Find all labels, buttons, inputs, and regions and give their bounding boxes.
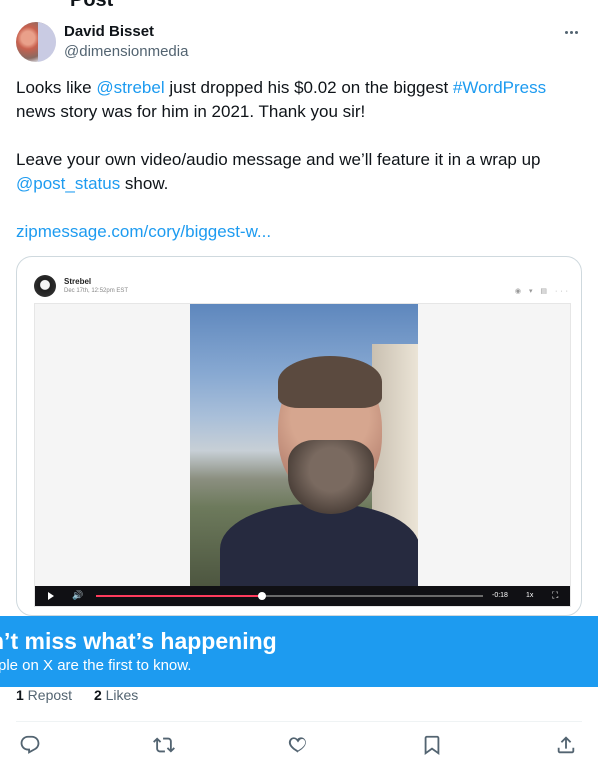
more-dot: [574, 30, 578, 34]
fullscreen-icon[interactable]: ⛶: [552, 590, 558, 601]
author-display-name[interactable]: David Bisset: [64, 22, 188, 42]
banner-subtitle: ple on X are the first to know.: [0, 657, 192, 674]
tweet-line-1: Looks like @strebel just dropped his $0.…: [16, 76, 582, 100]
bookmark-icon[interactable]: [421, 734, 445, 758]
tweet-line-2: news story was for him in 2021. Thank yo…: [16, 102, 366, 121]
divider: [16, 721, 582, 722]
mention-strebel[interactable]: @strebel: [96, 78, 164, 97]
tweet-line-4: @post_status show.: [16, 172, 582, 196]
hashtag-wordpress[interactable]: #WordPress: [453, 78, 546, 97]
post-header: David Bisset @dimensionmedia: [16, 22, 582, 64]
likes-stat[interactable]: 2 Likes: [94, 687, 138, 703]
post-page: Post David Bisset @dimensionmedia Looks …: [0, 0, 598, 759]
sender-avatar: [34, 275, 56, 297]
mention-post-status[interactable]: @post_status: [16, 174, 120, 193]
video-player[interactable]: 🔊 -0:18 1x ⛶: [34, 303, 571, 607]
more-options-icon[interactable]: [560, 24, 582, 40]
author-names: David Bisset @dimensionmedia: [64, 22, 188, 62]
reply-icon[interactable]: [19, 734, 43, 758]
media-header-icons: ◉ ▾ ▤ ···: [514, 288, 571, 295]
author-handle[interactable]: @dimensionmedia: [64, 42, 188, 62]
tweet-text: Looks like @strebel just dropped his $0.…: [16, 76, 582, 244]
time-remaining: -0:18: [492, 592, 508, 599]
avatar[interactable]: [16, 22, 56, 62]
volume-icon[interactable]: 🔊: [72, 590, 83, 601]
action-bar: [0, 734, 598, 758]
media-header: Strebel Dec 17th, 12:52pm EST ◉ ▾ ▤ ···: [17, 257, 581, 303]
playback-speed[interactable]: 1x: [526, 592, 533, 599]
link-card-media[interactable]: Strebel Dec 17th, 12:52pm EST ◉ ▾ ▤ ··· …: [16, 256, 582, 616]
share-icon[interactable]: [555, 734, 579, 758]
signup-banner[interactable]: n’t miss what’s happening ple on X are t…: [0, 616, 598, 687]
play-icon[interactable]: [48, 592, 54, 600]
banner-title: n’t miss what’s happening: [0, 628, 277, 654]
post-stats: 1 Repost 2 Likes: [16, 686, 156, 704]
video-progress-bar[interactable]: [96, 592, 483, 600]
video-frame: [190, 304, 418, 586]
reposts-stat[interactable]: 1 Repost: [16, 687, 72, 703]
text-segment: Looks like: [16, 78, 97, 97]
sender-name: Strebel: [64, 277, 92, 286]
video-controls: 🔊 -0:18 1x ⛶: [35, 586, 570, 606]
like-icon[interactable]: [287, 734, 311, 758]
tweet-url-link[interactable]: zipmessage.com/cory/biggest-w...: [16, 222, 271, 241]
more-dot: [569, 30, 573, 34]
sender-date: Dec 17th, 12:52pm EST: [64, 288, 129, 294]
text-segment: show.: [120, 174, 169, 193]
progress-thumb[interactable]: [258, 592, 267, 600]
page-heading-cut: Post: [70, 0, 114, 11]
tweet-line-3: Leave your own video/audio message and w…: [16, 150, 541, 169]
more-dot: [564, 30, 568, 34]
progress-fill: [96, 595, 263, 597]
text-segment: just dropped his $0.02 on the biggest: [164, 78, 453, 97]
repost-icon[interactable]: [153, 734, 177, 758]
